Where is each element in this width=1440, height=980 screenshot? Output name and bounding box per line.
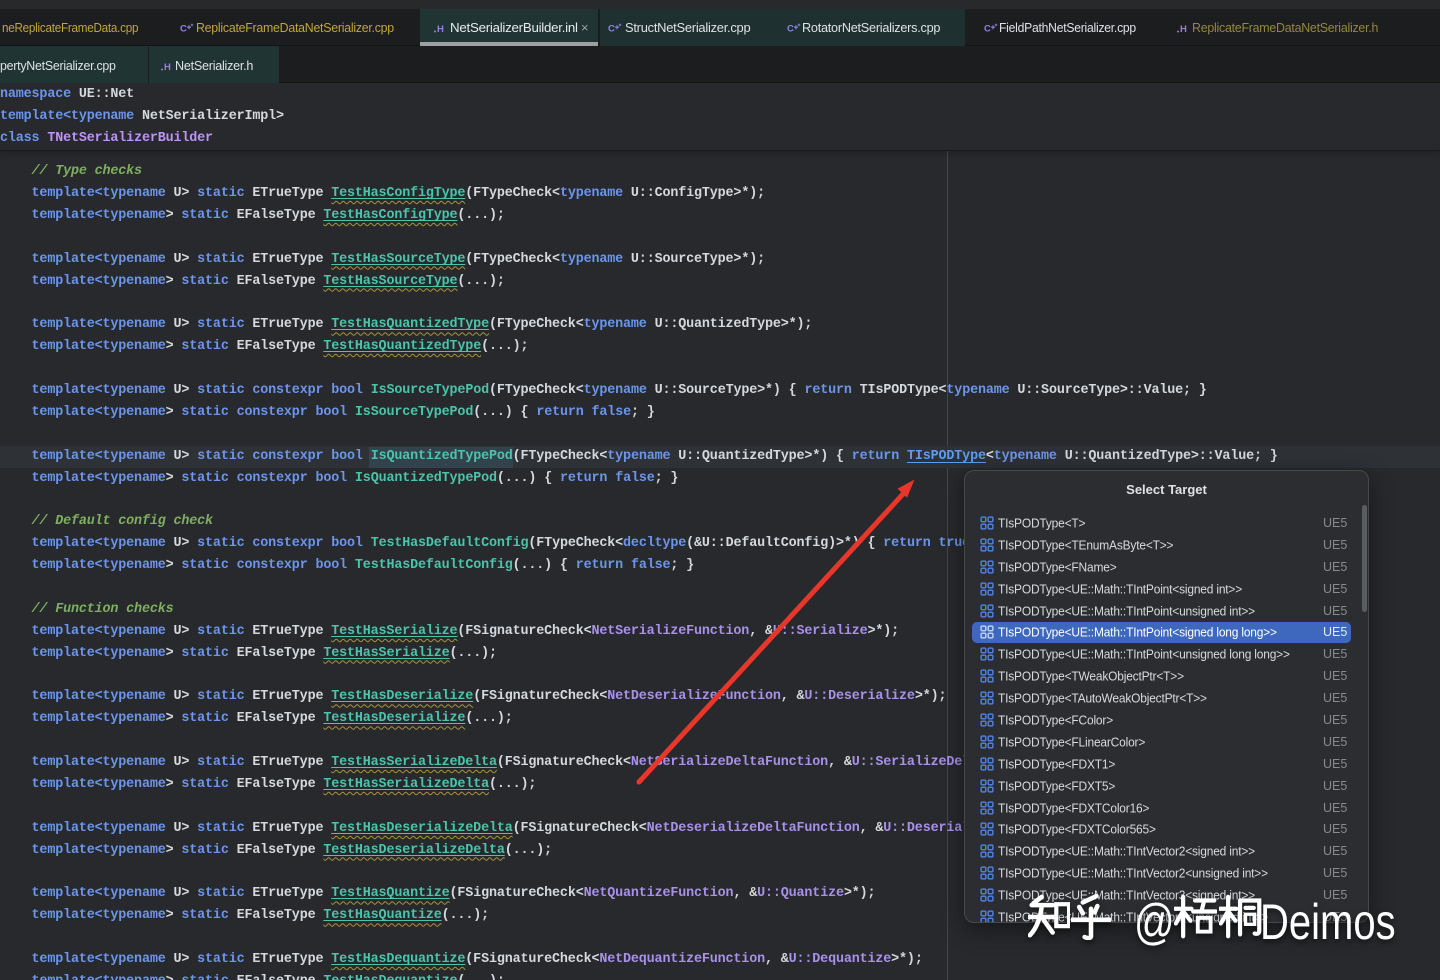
svg-text:H: H bbox=[437, 24, 444, 35]
svg-text:H: H bbox=[1180, 24, 1187, 35]
svg-text:C: C bbox=[180, 24, 187, 35]
svg-text:C: C bbox=[787, 24, 794, 35]
svg-text:C: C bbox=[608, 24, 615, 35]
svg-text:C: C bbox=[984, 24, 991, 35]
svg-text:H: H bbox=[164, 62, 171, 73]
